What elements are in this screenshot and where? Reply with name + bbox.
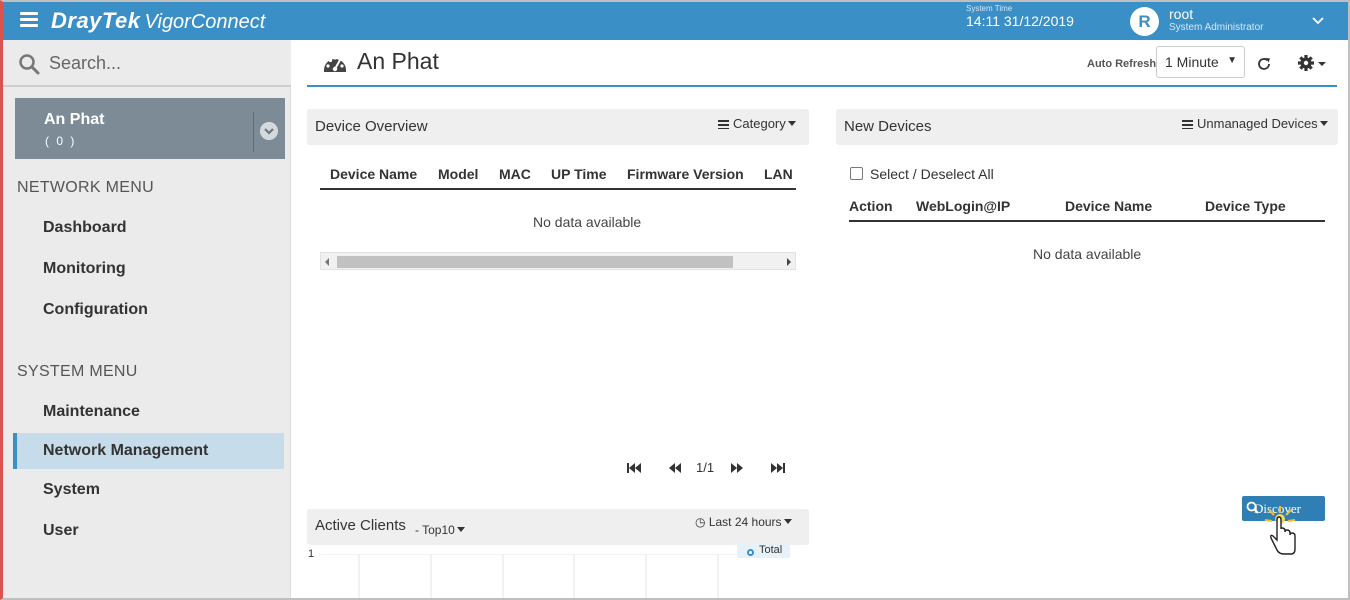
device-overview-header: Device Overview Category [307, 109, 809, 145]
horizontal-scrollbar[interactable] [320, 252, 796, 270]
caret-down-icon [456, 527, 465, 532]
app-window: DrayTek VigorConnect System Time 14:11 31… [0, 0, 1350, 600]
col-firmware-version[interactable]: Firmware Version [627, 166, 744, 182]
select-all-label[interactable]: Select / Deselect All [870, 166, 994, 182]
site-divider [253, 112, 254, 152]
list-icon [718, 120, 729, 129]
time-range-menu[interactable]: ◷ Last 24 hours [695, 515, 792, 529]
page-title: An Phat [357, 48, 439, 74]
refresh-icon[interactable] [1256, 56, 1272, 72]
previous-page-icon[interactable] [666, 459, 684, 477]
caret-down-icon [1319, 121, 1328, 126]
unmanaged-devices-label: Unmanaged Devices [1197, 116, 1318, 131]
search-box [3, 40, 291, 87]
col-up-time[interactable]: UP Time [551, 166, 607, 182]
top10-filter-label: - Top10 [415, 523, 455, 537]
col-lan[interactable]: LAN [764, 166, 793, 182]
col-mac[interactable]: MAC [499, 166, 531, 182]
system-menu-heading: SYSTEM MENU [17, 363, 138, 380]
table-header-rule [320, 188, 796, 190]
next-page-icon[interactable] [728, 459, 746, 477]
col-device-name-new[interactable]: Device Name [1065, 198, 1152, 214]
device-overview-empty: No data available [533, 214, 642, 230]
site-selector[interactable]: An Phat ( 0 ) [15, 98, 285, 159]
new-devices-title: New Devices [844, 118, 932, 135]
device-overview-title: Device Overview [315, 118, 428, 135]
page-header: An Phat Auto Refresh: 1 Minute ▼ [307, 40, 1337, 87]
category-menu-label: Category [733, 116, 786, 131]
sidebar-item-system[interactable]: System [13, 472, 284, 508]
first-page-icon[interactable] [625, 459, 643, 477]
caret-down-icon [787, 121, 796, 126]
chart-y-tick: 1 [308, 548, 315, 560]
unmanaged-devices-menu[interactable]: Unmanaged Devices [1182, 116, 1328, 131]
sidebar-item-maintenance[interactable]: Maintenance [13, 394, 284, 430]
search-icon [19, 54, 40, 75]
auto-refresh-value: 1 Minute [1165, 54, 1219, 70]
system-time: 14:11 31/12/2019 [966, 13, 1074, 29]
site-name: An Phat [44, 111, 105, 128]
brand-secondary: VigorConnect [144, 11, 266, 33]
top10-filter[interactable]: - Top10 [415, 523, 465, 537]
new-devices-header: New Devices Unmanaged Devices [836, 109, 1338, 145]
chart-legend[interactable]: Total [737, 544, 790, 558]
top-bar: DrayTek VigorConnect System Time 14:11 31… [3, 2, 1348, 40]
hand-cursor-icon [1264, 506, 1296, 555]
gear-icon[interactable] [1297, 54, 1327, 72]
category-menu[interactable]: Category [718, 116, 796, 131]
brand-primary: DrayTek [51, 8, 141, 33]
list-icon [1182, 120, 1193, 129]
main-content: An Phat Auto Refresh: 1 Minute ▼ Device … [292, 40, 1348, 598]
legend-label: Total [759, 544, 783, 556]
system-time-label: System Time [966, 4, 1013, 13]
scrollbar-thumb[interactable] [337, 256, 733, 268]
active-clients-header: Active Clients - Top10 ◷ Last 24 hours [307, 509, 809, 545]
page-indicator: 1/1 [696, 460, 715, 475]
col-weblogin-ip[interactable]: WebLogin@IP [916, 198, 1010, 214]
chevron-down-circle-icon[interactable] [260, 122, 278, 140]
clock-icon: ◷ [695, 515, 706, 529]
col-model[interactable]: Model [438, 166, 478, 182]
brand-logo: DrayTek VigorConnect [51, 8, 265, 35]
sidebar-item-configuration[interactable]: Configuration [13, 292, 284, 328]
scroll-right-arrow-icon[interactable] [787, 258, 791, 266]
search-icon [1246, 501, 1259, 514]
search-input[interactable] [49, 50, 279, 76]
active-clients-title: Active Clients [315, 517, 406, 534]
sidebar-item-user[interactable]: User [13, 513, 284, 549]
col-device-name[interactable]: Device Name [330, 166, 417, 182]
scroll-left-arrow-icon[interactable] [325, 258, 329, 266]
caret-down-icon [783, 519, 792, 524]
dashboard-gauge-icon [324, 56, 346, 72]
sidebar-item-monitoring[interactable]: Monitoring [13, 251, 284, 287]
site-device-count: ( 0 ) [45, 134, 77, 148]
table-header-rule [849, 220, 1325, 222]
sidebar: An Phat ( 0 ) NETWORK MENU Dashboard Mon… [3, 40, 291, 598]
col-action[interactable]: Action [849, 198, 893, 214]
active-clients-chart [321, 554, 791, 598]
chevron-down-icon[interactable] [1311, 13, 1325, 27]
network-menu-heading: NETWORK MENU [17, 179, 154, 196]
user-name[interactable]: root [1169, 6, 1193, 22]
sidebar-item-network-management[interactable]: Network Management [13, 433, 284, 469]
col-device-type[interactable]: Device Type [1205, 198, 1286, 214]
user-role: System Administrator [1169, 22, 1264, 33]
new-devices-empty: No data available [1033, 246, 1142, 262]
time-range-label: Last 24 hours [708, 515, 782, 529]
last-page-icon[interactable] [769, 459, 787, 477]
avatar[interactable]: R [1130, 7, 1159, 36]
auto-refresh-label: Auto Refresh: [1087, 58, 1160, 70]
select-caret-icon: ▼ [1227, 55, 1237, 66]
auto-refresh-select[interactable]: 1 Minute ▼ [1156, 46, 1245, 78]
sidebar-item-dashboard[interactable]: Dashboard [13, 210, 284, 246]
legend-marker-icon [747, 549, 754, 556]
hamburger-menu-icon[interactable] [20, 12, 38, 27]
select-all-checkbox[interactable] [850, 167, 863, 180]
